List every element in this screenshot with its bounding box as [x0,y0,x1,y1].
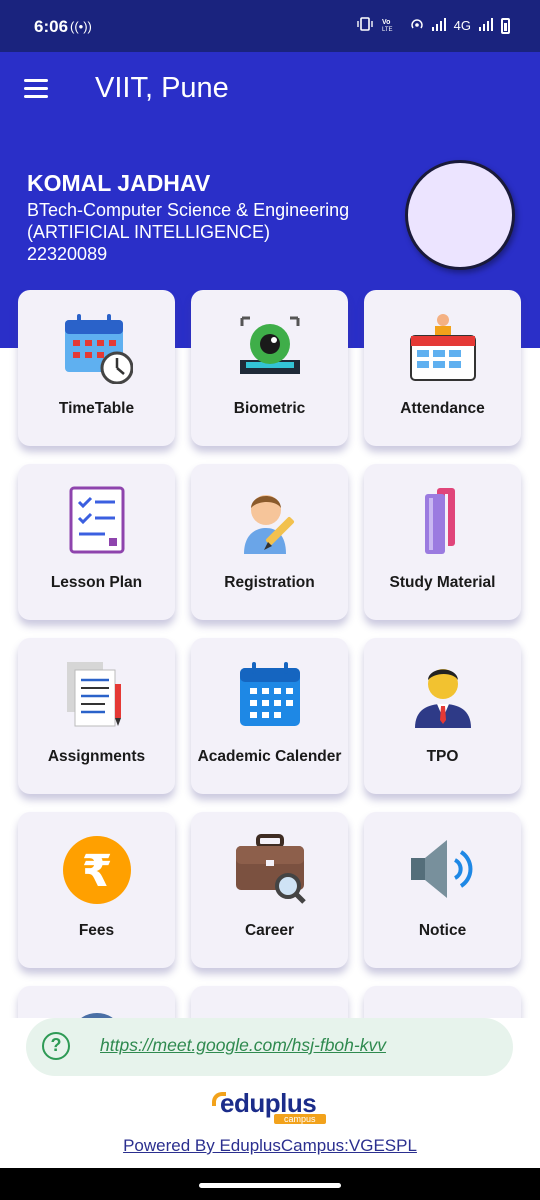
tile-label: Registration [224,574,315,591]
tile-label: Assignments [47,748,146,765]
help-circle-icon: ? [42,1032,70,1060]
volte-icon: Vo LTE [382,17,402,34]
tile-label: Career [244,922,295,939]
speaker-icon [411,840,473,898]
search-icon [81,1013,113,1018]
tile-label: Attendance [400,400,485,417]
student-specialization: (ARTIFICIAL INTELLIGENCE) [27,222,271,242]
hotspot-icon [410,17,424,34]
student-name: KOMAL JADHAV [27,170,211,196]
avatar[interactable] [405,160,515,270]
checklist-icon [69,486,125,554]
user-pencil-icon [244,495,295,554]
menu-grid: TimeTable Biometric Attendance Lesson Pl… [0,290,540,1018]
tile-label: Lesson Plan [50,574,143,591]
system-nav-bar [0,1168,540,1200]
svg-text:LTE: LTE [382,27,393,31]
attendance-board-icon [410,314,476,381]
person-icon [407,1006,479,1018]
eye-scan-icon [240,316,300,374]
svg-text:Vo: Vo [382,19,390,26]
tile-label: Notice [418,922,467,939]
tile-assignments[interactable]: Assignments [18,638,175,794]
tile-tpo[interactable]: TPO [364,638,521,794]
tile-biometric[interactable]: Biometric [191,290,348,446]
tile-study-material[interactable]: Study Material [364,464,521,620]
tile-label: TimeTable [58,400,135,417]
window-icon [234,1006,306,1018]
broadcast-icon: ((•)) [70,19,92,34]
logo-tag: campus [274,1114,326,1124]
status-icons: Vo LTE 4G [356,17,510,34]
student-course: BTech-Computer Science & Engineering [27,200,350,220]
document-pencil-icon [67,662,121,727]
officer-icon [415,669,471,728]
tile-timetable[interactable]: TimeTable [18,290,175,446]
tile-partial[interactable] [364,986,521,1018]
tile-label: Biometric [233,400,306,417]
books-icon [425,488,455,554]
briefcase-search-icon [236,834,306,904]
status-time: 6:06 [34,17,69,36]
meet-link-bar[interactable]: ? https://meet.google.com/hsj-fboh-kvv [26,1018,513,1076]
app-title: VIIT, Pune [95,72,229,104]
svg-text:₹: ₹ [82,846,113,897]
hamburger-menu-icon[interactable] [22,79,50,99]
meet-link[interactable]: https://meet.google.com/hsj-fboh-kvv [100,1035,386,1056]
battery-icon [501,17,510,34]
tile-lesson-plan[interactable]: Lesson Plan [18,464,175,620]
tile-label: Fees [78,922,115,939]
tile-fees[interactable]: ₹ Fees [18,812,175,968]
vibrate-icon [356,17,374,34]
tile-partial[interactable] [191,986,348,1018]
tile-notice[interactable]: Notice [364,812,521,968]
tile-registration[interactable]: Registration [191,464,348,620]
tile-label: TPO [426,748,459,765]
tile-academic-calender[interactable]: Academic Calender [191,638,348,794]
eduplus-logo: eduplus campus [212,1088,332,1128]
status-bar: 6:06 ((•)) Vo LTE 4G [0,0,540,52]
tile-label: Study Material [389,574,496,591]
signal-icon [431,17,446,34]
calendar-icon [240,662,300,726]
student-id: 22320089 [27,244,108,264]
tile-partial[interactable] [18,986,175,1018]
calendar-clock-icon [65,314,133,384]
rupee-icon: ₹ [63,836,131,904]
app-bar: VIIT, Pune [0,52,540,124]
tile-career[interactable]: Career [191,812,348,968]
tile-attendance[interactable]: Attendance [364,290,521,446]
tile-label: Academic Calender [197,748,342,765]
signal-icon [479,17,493,34]
home-indicator[interactable] [199,1183,341,1188]
powered-by-link[interactable]: Powered By EduplusCampus:VGESPL [0,1136,540,1156]
network-type: 4G [453,18,471,33]
